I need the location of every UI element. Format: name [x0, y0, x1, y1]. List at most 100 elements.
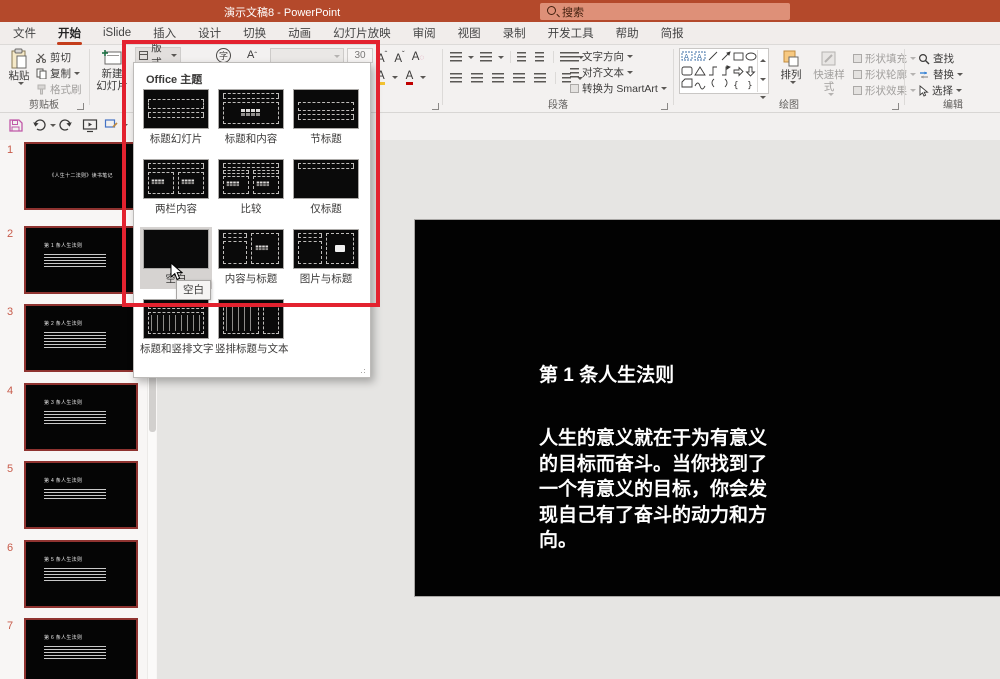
clipboard-dialog-launcher-icon[interactable] [77, 103, 84, 110]
distribute-button[interactable] [534, 72, 549, 84]
slides-group: 新建 幻灯片 [90, 45, 133, 113]
enclosed-character-button[interactable]: 字 [216, 48, 231, 63]
shape-gallery[interactable]: A A [679, 48, 769, 94]
tab-review[interactable]: 审阅 [402, 21, 447, 46]
paragraph-dialog-launcher-icon[interactable] [661, 103, 668, 110]
save-icon [8, 118, 23, 133]
shape-gallery-scrollbar[interactable] [757, 50, 767, 92]
font-color-button[interactable]: A [406, 70, 414, 85]
tab-help[interactable]: 帮助 [605, 21, 650, 46]
tab-animations[interactable]: 动画 [277, 21, 322, 46]
text-direction-button[interactable]: 文字方向 [570, 49, 633, 64]
caret-down-icon [790, 81, 796, 84]
new-slide-button[interactable]: 新建 幻灯片 [93, 49, 131, 92]
bullets-button[interactable] [450, 51, 474, 63]
paste-button[interactable]: 粘贴 [6, 48, 32, 85]
slide-number: 5 [7, 463, 13, 475]
slide-number: 1 [7, 144, 13, 156]
font-name-combo[interactable] [270, 48, 344, 63]
caret-down-icon [392, 76, 398, 79]
layout-item-title-only[interactable]: 仅标题 [290, 157, 362, 219]
layout-item-title-and-content[interactable]: 标题和内容 [215, 87, 287, 149]
align-left-button[interactable] [450, 72, 465, 84]
editing-group: 查找 替换 选择 编辑 [906, 45, 1000, 113]
redo-icon [58, 118, 73, 132]
slide-thumbnail-3[interactable]: 第 2 条人生法则 [24, 304, 138, 372]
slide-thumbnail-5[interactable]: 第 4 条人生法则 [24, 461, 138, 529]
mouse-cursor-icon [170, 262, 183, 281]
title-bar: 演示文稿8 - PowerPoint 搜索 [0, 0, 1000, 22]
layout-button[interactable]: 版式 [135, 47, 181, 63]
tab-design[interactable]: 设计 [187, 21, 232, 46]
font-grow-button-top[interactable]: Aˆ [247, 49, 257, 61]
font-size-combo[interactable]: 30 [347, 48, 373, 63]
tab-briefing[interactable]: 简报 [650, 21, 695, 46]
convert-smartart-button[interactable]: 转换为 SmartArt [570, 81, 667, 96]
tab-record[interactable]: 录制 [492, 21, 537, 46]
tab-developer[interactable]: 开发工具 [537, 21, 605, 46]
decrease-indent-button[interactable] [517, 51, 529, 63]
slide-thumbnail-1[interactable]: 《人生十二法则》读书笔记 [24, 142, 138, 210]
justify-button[interactable] [513, 72, 528, 84]
tab-islide[interactable]: iSlide [92, 23, 142, 44]
caret-down-icon [334, 55, 340, 58]
arrange-button[interactable]: 排列 [775, 49, 807, 84]
align-center-button[interactable] [471, 72, 486, 84]
save-button[interactable] [8, 118, 23, 133]
text-highlight-button[interactable]: A [377, 70, 385, 85]
cut-button[interactable]: 剪切 [36, 50, 71, 65]
slide-body-text[interactable]: 人生的意义就在于为有意义 的目标而奋斗。当你找到了 一个有意义的目标，你会发 现… [539, 426, 789, 554]
redo-button[interactable] [58, 118, 73, 132]
slide-thumbnail-4[interactable]: 第 3 条人生法则 [24, 383, 138, 451]
layout-item-title-slide[interactable]: 标题幻灯片 [140, 87, 212, 149]
slideshow-setup-button[interactable] [104, 118, 128, 132]
slide-number: 7 [7, 620, 13, 632]
find-button[interactable]: 查找 [918, 51, 954, 66]
layout-item-title-vertical-text[interactable]: 标题和竖排文字 [140, 297, 212, 359]
ribbon-tab-row: 文件 开始 iSlide 插入 设计 切换 动画 幻灯片放映 审阅 视图 录制 … [0, 22, 1000, 45]
slide-thumbnail-7[interactable]: 第 6 条人生法则 [24, 618, 138, 679]
layout-item-section-header[interactable]: 节标题 [290, 87, 362, 149]
slide-title-text[interactable]: 第 1 条人生法则 [539, 360, 674, 387]
align-right-button[interactable] [492, 72, 507, 84]
caret-down-icon [420, 76, 426, 79]
grow-font-button[interactable]: Aˆ [377, 50, 387, 65]
tab-slideshow[interactable]: 幻灯片放映 [322, 21, 402, 46]
font-dialog-launcher-icon[interactable] [432, 103, 439, 110]
layout-item-picture-with-caption[interactable]: 图片与标题 [290, 227, 362, 289]
slide-thumbnail-2[interactable]: 第 1 条人生法则 [24, 226, 138, 294]
increase-indent-button[interactable] [535, 51, 547, 63]
svg-text:{: { [733, 81, 739, 91]
undo-button[interactable] [32, 118, 56, 132]
layout-item-comparison[interactable]: 比较 [215, 157, 287, 219]
replace-button[interactable]: 替换 [918, 67, 963, 82]
tab-view[interactable]: 视图 [447, 21, 492, 46]
align-text-button[interactable]: 对齐文本 [570, 65, 633, 80]
window-title: 演示文稿8 - PowerPoint [224, 4, 340, 20]
numbering-button[interactable] [480, 51, 504, 63]
svg-text:A: A [684, 53, 689, 61]
slide-thumbnail-6[interactable]: 第 5 条人生法则 [24, 540, 138, 608]
shrink-font-button[interactable]: Aˇ [394, 50, 404, 65]
slide-canvas[interactable]: 第 1 条人生法则 人生的意义就在于为有意义 的目标而奋斗。当你找到了 一个有意… [414, 219, 1000, 597]
layout-thumb [293, 229, 359, 269]
format-painter-button[interactable]: 格式刷 [36, 82, 82, 97]
layout-item-two-content[interactable]: 两栏内容 [140, 157, 212, 219]
group-separator [673, 49, 674, 105]
layout-item-vertical-title-text[interactable]: 竖排标题与文本 [215, 297, 287, 359]
search-icon [547, 6, 556, 15]
quick-styles-button[interactable]: 快速样式 [810, 49, 848, 96]
clear-formatting-button[interactable]: A◌ [412, 51, 424, 63]
drawing-dialog-launcher-icon[interactable] [892, 103, 899, 110]
search-input[interactable]: 搜索 [540, 3, 790, 20]
layout-item-content-with-caption[interactable]: 内容与标题 [215, 227, 287, 289]
tab-home[interactable]: 开始 [47, 21, 92, 46]
quick-styles-icon [819, 49, 839, 69]
start-slideshow-button[interactable] [82, 118, 98, 133]
copy-button[interactable]: 复制 [36, 66, 80, 81]
clipboard-group-label: 剪贴板 [0, 96, 88, 111]
tab-transitions[interactable]: 切换 [232, 21, 277, 46]
tab-file[interactable]: 文件 [2, 21, 47, 46]
dropdown-resize-grip[interactable] [357, 365, 365, 373]
slideshow-monitor-icon [82, 118, 98, 133]
